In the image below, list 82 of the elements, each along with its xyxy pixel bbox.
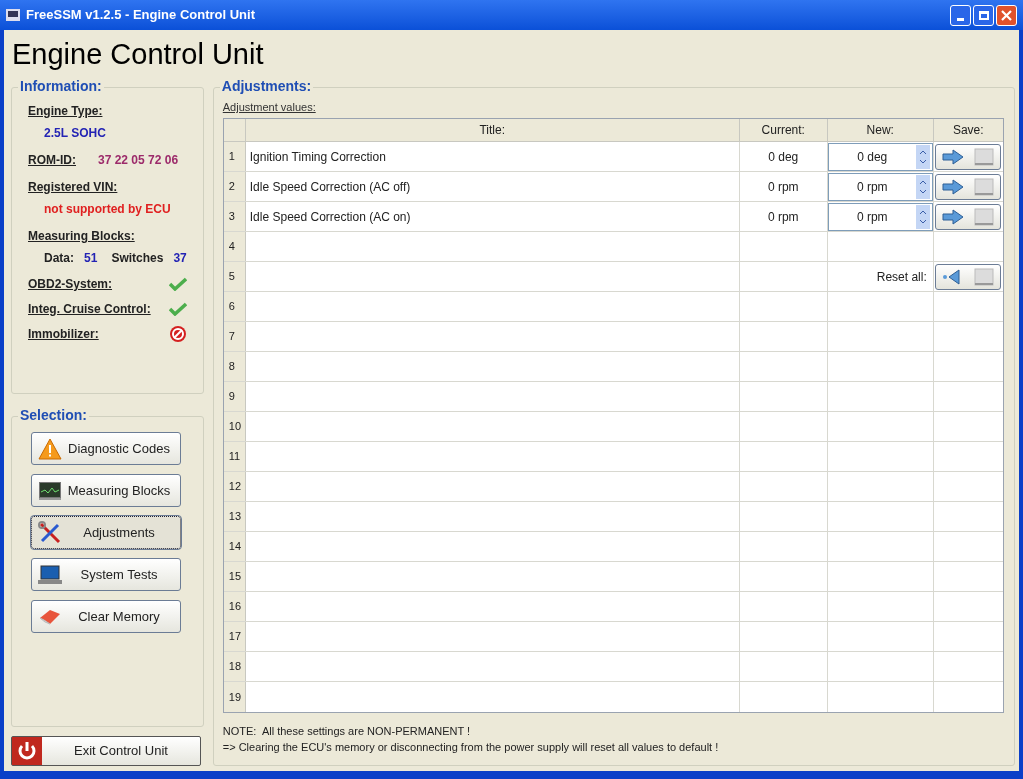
- arrow-right-icon: [942, 178, 965, 195]
- spinner-arrows-icon: [915, 204, 930, 229]
- row-number: 11: [223, 442, 246, 471]
- row-number: 16: [223, 592, 246, 621]
- maximize-button[interactable]: [973, 4, 994, 26]
- selection-button[interactable]: System Tests: [31, 558, 181, 591]
- close-icon: [1001, 9, 1012, 21]
- table-cell-text: Ignition Timing Correction: [249, 148, 386, 166]
- spinner-arrows-icon: [915, 144, 930, 169]
- monitor-icon: [39, 481, 61, 500]
- column-header: Save:: [951, 122, 985, 139]
- panel-title: Information:: [18, 78, 104, 94]
- switches-count: 37: [173, 250, 187, 267]
- tools-icon: [38, 520, 62, 545]
- selection-button[interactable]: Clear Memory: [31, 600, 181, 633]
- table-cell-text: 0 rpm: [767, 208, 799, 226]
- eraser-icon: [38, 607, 62, 626]
- info-label: Registered VIN:: [28, 179, 119, 196]
- info-label: Engine Type:: [28, 103, 104, 120]
- window-title: FreeSSM v1.2.5 - Engine Control Unit: [26, 6, 256, 25]
- info-value: not supported by ECU: [44, 201, 172, 218]
- arrow-right-icon: [942, 148, 965, 165]
- info-value: 2.5L SOHC: [44, 125, 107, 142]
- save-button[interactable]: [935, 143, 1002, 170]
- selection-button[interactable]: Diagnostic Codes: [31, 432, 181, 465]
- spin-box[interactable]: 0 deg: [827, 142, 933, 171]
- note-text: => Clearing the ECU's memory or disconnecting from the power supply will reset all values to default !: [222, 740, 720, 755]
- row-number: 14: [223, 532, 246, 561]
- selection-button[interactable]: Measuring Blocks: [31, 474, 181, 507]
- exit-button[interactable]: Exit Control Unit: [11, 736, 201, 766]
- row-number: 2: [223, 172, 246, 201]
- panel-title: Selection:: [18, 407, 89, 423]
- info-label: Integ. Cruise Control:: [28, 301, 151, 318]
- table-cell-text: Idle Speed Correction (AC on): [249, 208, 411, 226]
- minimize-button[interactable]: [950, 4, 971, 26]
- info-label: OBD2-System:: [28, 276, 113, 293]
- row-number: 3: [223, 202, 246, 231]
- power-icon: [12, 737, 42, 765]
- column-header: Title:: [245, 119, 740, 141]
- spinner-arrows-icon: [915, 174, 930, 199]
- info-value: 37 22 05 72 06: [98, 152, 179, 169]
- row-number: 4: [223, 232, 246, 261]
- spin-box[interactable]: 0 rpm: [827, 202, 933, 231]
- row-number: 9: [223, 382, 246, 411]
- info-label: Measuring Blocks:: [28, 228, 136, 245]
- reset-label: Reset all:: [876, 268, 927, 286]
- app-icon: [6, 9, 20, 21]
- column-header: New:: [827, 119, 934, 141]
- row-number: 10: [223, 412, 246, 441]
- info-label: ROM-ID:: [28, 152, 76, 169]
- warning-icon: [38, 437, 62, 460]
- column-header: Current:: [739, 119, 828, 141]
- row-number: 13: [223, 502, 246, 531]
- row-number: 19: [223, 682, 246, 712]
- table-cell-text: 0 deg: [768, 148, 799, 166]
- row-number: 8: [223, 352, 246, 381]
- selection-button[interactable]: Adjustments: [31, 516, 181, 549]
- table-caption: Adjustment values:: [222, 100, 317, 114]
- page-heading: Engine Control Unit: [12, 37, 265, 72]
- note-text: NOTE: All these settings are NON-PERMANENT !: [222, 724, 472, 739]
- table-cell-text: Idle Speed Correction (AC off): [249, 178, 411, 196]
- row-number: 6: [223, 292, 246, 321]
- reset-button[interactable]: [935, 263, 1002, 290]
- info-label: Immobilizer:: [28, 326, 99, 343]
- row-number: 7: [223, 322, 246, 351]
- row-number: 18: [223, 652, 246, 681]
- panel-title: Adjustments:: [219, 78, 314, 94]
- spin-box[interactable]: 0 rpm: [827, 172, 933, 201]
- row-number: 5: [223, 262, 246, 291]
- data-label: Data:: [44, 250, 74, 267]
- save-button[interactable]: [935, 173, 1002, 200]
- close-button[interactable]: [996, 4, 1017, 26]
- save-button[interactable]: [935, 203, 1002, 230]
- row-number: 17: [223, 622, 246, 651]
- laptop-icon: [38, 564, 62, 585]
- arrow-right-icon: [942, 208, 965, 225]
- row-number: 12: [223, 472, 246, 501]
- row-number: 15: [223, 562, 246, 591]
- row-number: 1: [223, 142, 246, 171]
- data-count: 51: [84, 250, 98, 267]
- table-cell-text: 0 rpm: [767, 178, 799, 196]
- switches-label: Switches: [111, 250, 164, 267]
